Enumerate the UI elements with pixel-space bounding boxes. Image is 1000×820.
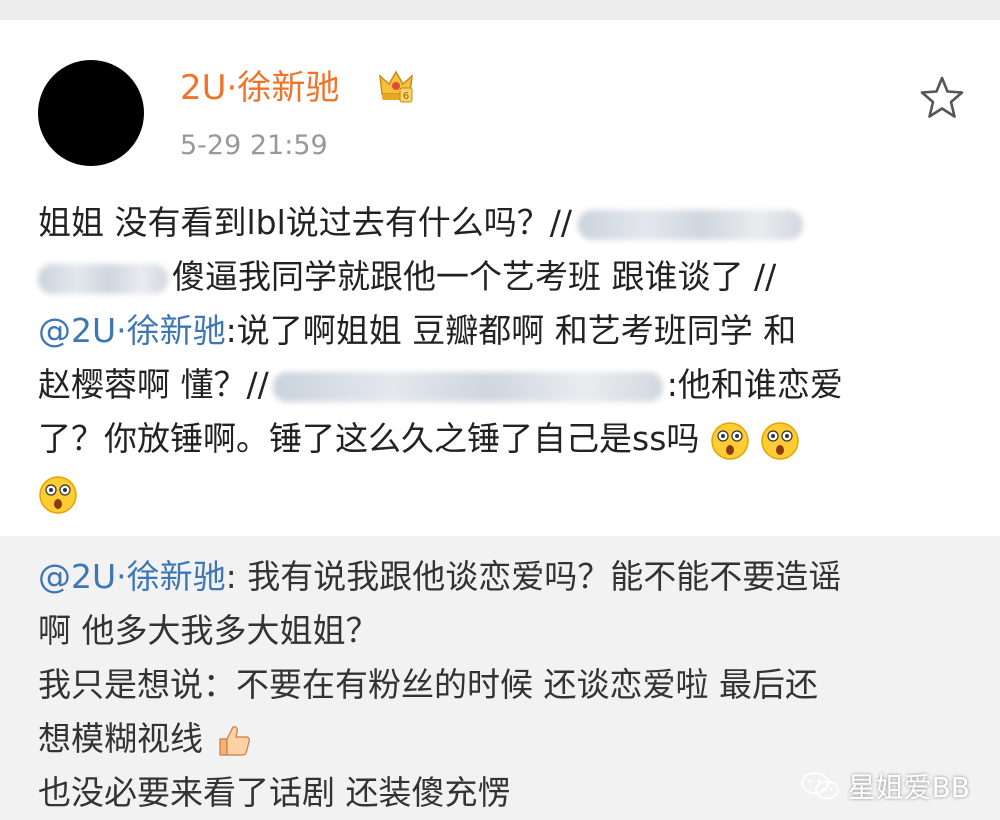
blurred-mention [578,209,804,240]
wechat-icon [800,772,839,800]
astonished-face-icon [761,421,800,460]
quote-line: @2U·徐新驰: 我有说我跟他谈恋爱吗？能不能不要造谣 [38,557,842,596]
avatar[interactable] [38,60,144,166]
astonished-face-icon [711,421,749,460]
username[interactable]: 2U·徐新驰 [180,66,339,110]
blurred-mention [38,263,168,294]
watermark-text: 星姐爱BB [847,771,970,804]
watermark: 星姐爱BB [800,766,970,806]
post-line: 了？你放锤啊。锤了这么久之锤了自己是ss吗 [38,412,973,466]
svg-text:6: 6 [403,91,409,102]
quote-line: 我只是想说：不要在有粉丝的时候 还谈恋爱啦 最后还 [38,665,818,704]
post-line: 傻逼我同学就跟他一个艺考班 跟谁谈了 // [38,250,973,304]
post-line [38,466,973,520]
post-line: 姐姐 没有看到lbl说过去有什么吗？// [38,196,973,250]
mention-link[interactable]: @2U·徐新驰 [38,557,226,596]
top-bar [0,0,1000,20]
quote-line: 啊 他多大我多大姐姐？ [38,611,379,650]
quote-line: 想模糊视线 [38,712,973,766]
post-timestamp: 5-29 21:59 [180,130,328,161]
favorite-star-icon[interactable] [918,74,966,122]
post-body: 姐姐 没有看到lbl说过去有什么吗？// 傻逼我同学就跟他一个艺考班 跟谁谈了 … [38,196,973,520]
astonished-face-icon [39,475,77,514]
blurred-mention [272,371,663,402]
post-line: 赵樱蓉啊 懂？//:他和谁恋爱 [38,365,843,404]
mention-link[interactable]: @2U·徐新驰 [38,311,226,350]
crown-badge-icon: 6 [379,70,413,103]
post-line: @2U·徐新驰:说了啊姐姐 豆瓣都啊 和艺考班同学 和 [38,311,797,350]
thumbs-up-icon [218,725,250,756]
